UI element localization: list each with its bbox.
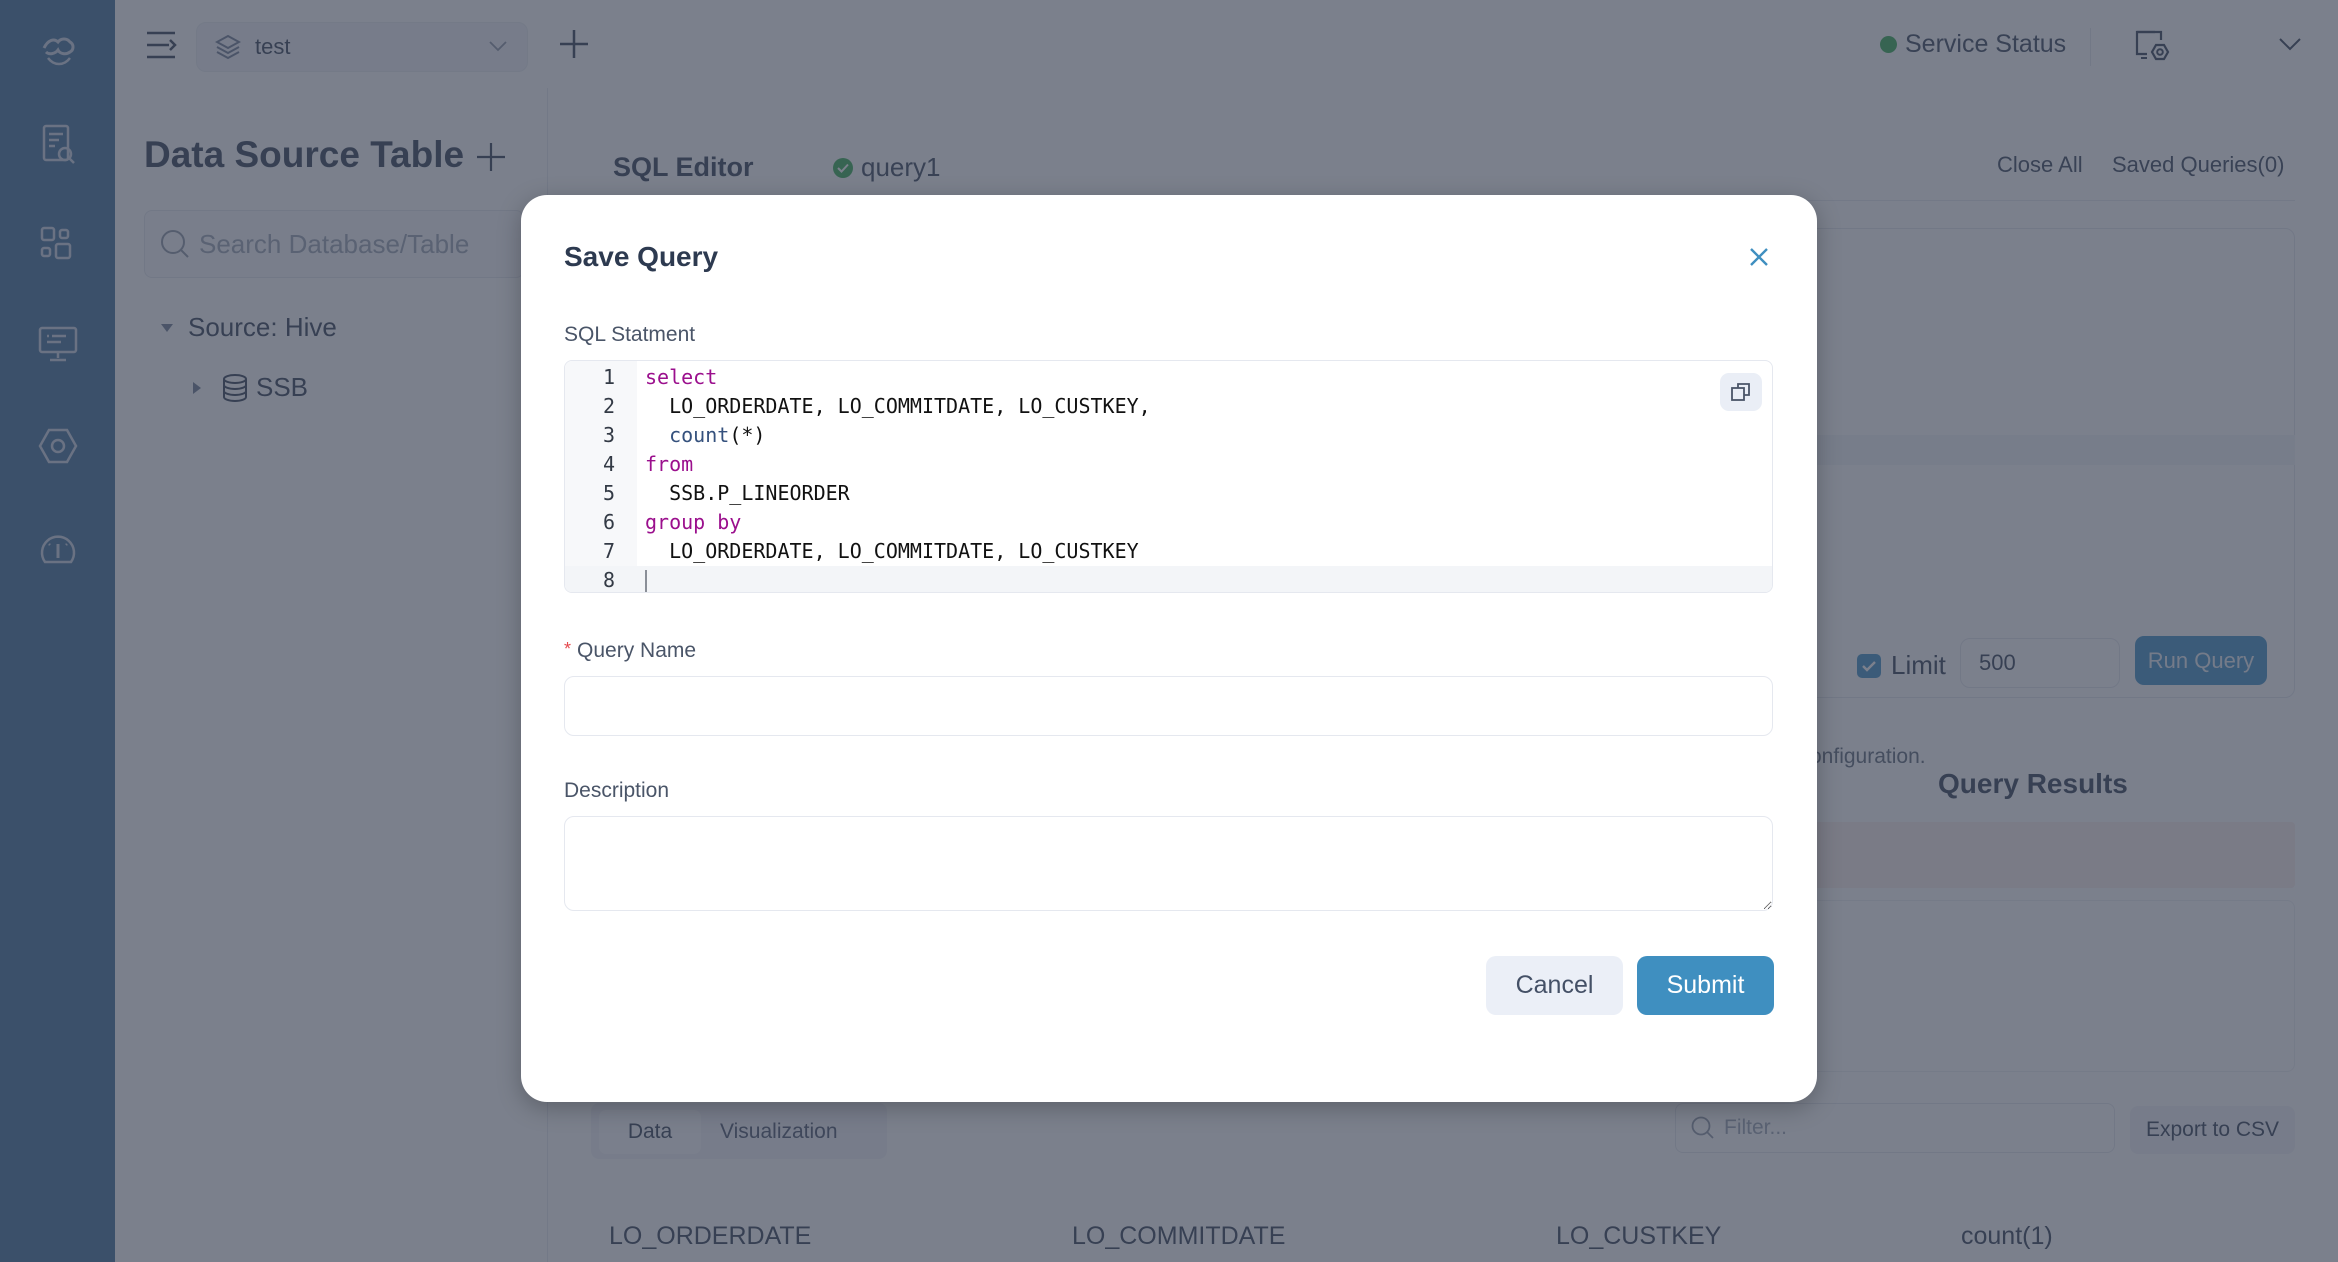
description-textarea[interactable] <box>564 816 1773 911</box>
text-cursor <box>645 569 647 592</box>
code-line: 6 group by <box>565 508 1772 537</box>
line-number: 5 <box>602 481 615 505</box>
copy-button[interactable] <box>1720 373 1762 411</box>
copy-icon <box>1729 380 1753 404</box>
cancel-button[interactable]: Cancel <box>1486 956 1623 1015</box>
description-label: Description <box>564 779 670 802</box>
line-number: 2 <box>602 394 615 418</box>
query-name-label: Query Name <box>577 639 697 662</box>
sql-statement-label: SQL Statment <box>564 323 696 346</box>
sql-statement-viewer[interactable]: 1 select 2 LO_ORDERDATE, LO_COMMITDATE, LO… <box>564 360 1773 593</box>
query-name-label-row: * Query Name <box>564 639 696 663</box>
required-mark: * <box>564 639 572 659</box>
code-line: 2 LO_ORDERDATE, LO_COMMITDATE, LO_CUSTKE… <box>565 392 1772 421</box>
code-line: 3 count(*) <box>565 421 1772 450</box>
code-text <box>615 566 647 592</box>
code-text: LO_ORDERDATE, LO_COMMITDATE, LO_CUSTKEY <box>645 539 1139 563</box>
code-text: group by <box>645 510 742 534</box>
code-lines: 1 select 2 LO_ORDERDATE, LO_COMMITDATE, LO… <box>565 361 1772 592</box>
code-line: 1 select <box>565 363 1772 392</box>
code-line: 5 SSB.P_LINEORDER <box>565 479 1772 508</box>
line-number: 7 <box>602 539 615 563</box>
code-text: LO_ORDERDATE, LO_COMMITDATE, LO_CUSTKEY, <box>645 394 1151 418</box>
line-number: 3 <box>602 423 615 447</box>
line-number: 6 <box>602 510 615 534</box>
line-number: 4 <box>602 452 615 476</box>
line-number: 8 <box>602 568 615 592</box>
code-text: count(*) <box>669 423 766 447</box>
code-text: from <box>645 452 694 476</box>
code-line: 4 from <box>565 450 1772 479</box>
code-line: 7 LO_ORDERDATE, LO_COMMITDATE, LO_CUSTKE… <box>565 537 1772 566</box>
query-name-input[interactable] <box>564 676 1773 736</box>
submit-button[interactable]: Submit <box>1637 956 1774 1015</box>
save-query-modal: Save Query SQL Statment 1 select 2 LO_ORDE… <box>521 195 1817 1102</box>
close-icon[interactable] <box>1747 245 1771 269</box>
code-text: SSB.P_LINEORDER <box>645 481 850 505</box>
line-number: 1 <box>602 365 615 389</box>
modal-title: Save Query <box>564 241 719 272</box>
code-line: 8 <box>565 566 1772 592</box>
code-text: select <box>645 365 718 389</box>
